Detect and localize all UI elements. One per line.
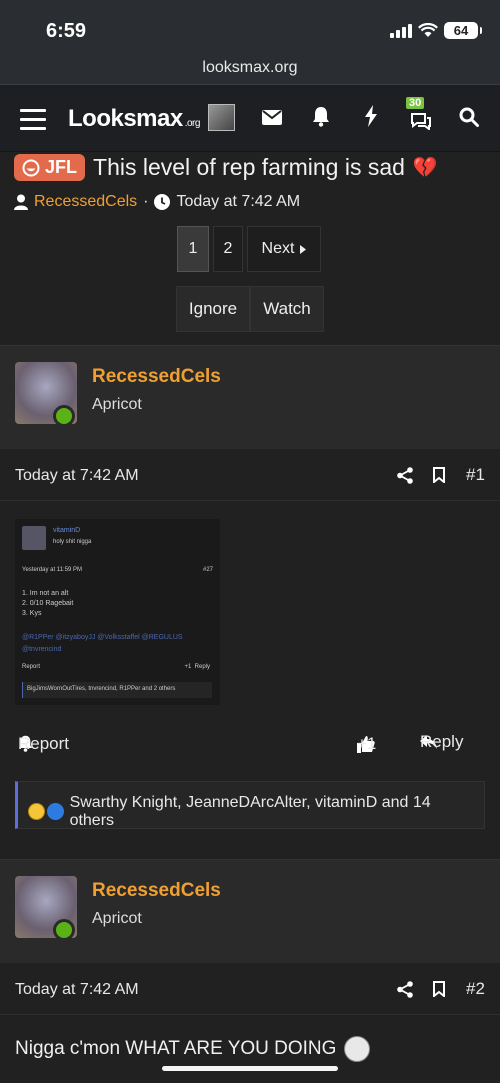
conversations-count-badge: 30 (406, 97, 425, 109)
reply-button[interactable]: Reply (420, 732, 463, 751)
embedded-username: vitaminD (53, 527, 81, 534)
embedded-post-number: #27 (202, 567, 213, 573)
wifi-icon (418, 23, 438, 37)
plus-one-button[interactable]: +1 (357, 734, 376, 753)
embedded-screenshot-image[interactable]: vitaminD holy shit nigga Yesterday at 11… (15, 519, 220, 705)
home-indicator[interactable] (162, 1066, 338, 1071)
bell-icon[interactable] (312, 106, 330, 127)
post-user-rank: Apricot (92, 396, 142, 413)
ignore-button[interactable]: Ignore (176, 286, 250, 332)
embedded-avatar (22, 526, 46, 550)
thread-title: JFL This level of rep farming is sad 💔 (14, 154, 438, 181)
status-bar: 6:59 64 (0, 0, 500, 55)
post-number[interactable]: #1 (466, 465, 485, 485)
pagination: 1 2 Next (177, 226, 321, 272)
post-meta-row: Today at 7:42 AM #1 (0, 451, 500, 501)
watch-button[interactable]: Watch (250, 286, 324, 332)
reactions-list: Swarthy Knight, JeanneDArcAlter, vitamin… (69, 793, 431, 829)
bookmark-icon[interactable] (433, 981, 445, 997)
post-username[interactable]: RecessedCels (92, 880, 221, 902)
share-icon[interactable] (397, 981, 413, 998)
search-icon[interactable] (459, 107, 479, 127)
reactions-bar[interactable]: Swarthy Knight, JeanneDArcAlter, vitamin… (15, 781, 485, 829)
post-text: Nigga c'mon WHAT ARE YOU DOING (15, 1038, 337, 1059)
browser-url-bar[interactable]: looksmax.org (0, 55, 500, 85)
report-button[interactable]: Report (18, 734, 69, 753)
embedded-list: 1. Im not an alt 2. 0/10 Ragebait 3. Kys (22, 590, 74, 617)
post-user-header: RecessedCels Apricot (0, 859, 500, 963)
page-button-2[interactable]: 2 (213, 226, 243, 272)
embedded-reply: +1 Reply (184, 664, 210, 670)
embedded-report: Report (22, 664, 41, 670)
post-meta-row: Today at 7:42 AM #2 (0, 965, 500, 1015)
laughing-emoji-icon (28, 803, 45, 820)
trollface-emoji-icon (344, 1036, 371, 1062)
meta-separator: · (143, 193, 149, 210)
online-indicator (53, 405, 75, 427)
user-icon (14, 194, 28, 210)
thread-author-link[interactable]: RecessedCels (34, 193, 137, 211)
embedded-mentions: @R1PPer @itzyaboyJJ @Volksstaffel @REGUL… (22, 634, 183, 653)
clock-icon (154, 194, 171, 210)
post-username[interactable]: RecessedCels (92, 366, 221, 388)
post-body: Nigga c'mon WHAT ARE YOU DOING (15, 1036, 371, 1062)
thumbs-up-reaction-icon (46, 803, 64, 820)
chat-bubbles-icon[interactable] (410, 112, 432, 130)
envelope-icon[interactable] (262, 110, 282, 125)
caret-right-icon (300, 244, 307, 254)
bookmark-icon[interactable] (433, 467, 445, 483)
lightning-icon[interactable] (364, 105, 378, 127)
next-page-button[interactable]: Next (247, 226, 321, 272)
battery-indicator: 64 (444, 22, 482, 39)
user-avatar[interactable] (208, 104, 235, 131)
thread-prefix-badge[interactable]: JFL (14, 154, 86, 181)
post-actions: Report +1 Reply (0, 732, 500, 765)
post-number[interactable]: #2 (466, 979, 485, 999)
thread-date: Today at 7:42 AM (176, 193, 301, 210)
menu-icon[interactable] (20, 109, 46, 136)
page-button-1[interactable]: 1 (177, 226, 209, 272)
site-logo[interactable]: Looksmax .org (68, 105, 200, 133)
post-user-rank: Apricot (92, 910, 142, 927)
thread-action-buttons: Ignore Watch (176, 286, 324, 332)
thread-title-text: This level of rep farming is sad (93, 154, 405, 180)
broken-heart-emoji: 💔 (412, 157, 438, 179)
status-time: 6:59 (46, 20, 87, 42)
embedded-date: Yesterday at 11:59 PM (22, 567, 83, 573)
site-navbar: Looksmax .org 30 (0, 85, 500, 152)
laughing-face-icon (22, 159, 40, 176)
post-date[interactable]: Today at 7:42 AM (15, 981, 139, 999)
url-text: looksmax.org (202, 59, 298, 76)
cellular-signal-icon (390, 23, 412, 38)
embedded-post-text: holy shit nigga (53, 539, 92, 545)
post-date[interactable]: Today at 7:42 AM (15, 467, 139, 485)
post-user-header: RecessedCels Apricot (0, 345, 500, 449)
share-icon[interactable] (397, 467, 413, 484)
thread-meta: RecessedCels · Today at 7:42 AM (14, 193, 300, 211)
online-indicator (53, 919, 75, 941)
embedded-reactions: BigJimsWornOutTires, tnvrencind, R1PPer … (22, 682, 212, 698)
